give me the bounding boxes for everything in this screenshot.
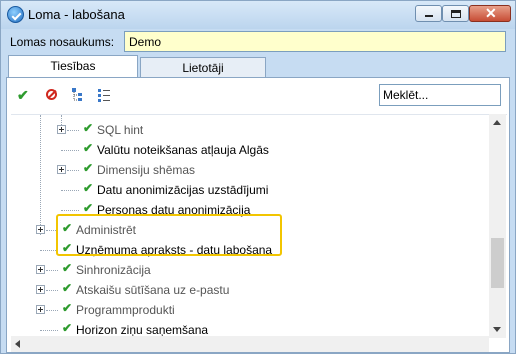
role-name-row: Lomas nosaukums: Demo [6, 31, 510, 53]
tree-item-label: Valūtu noteikšanas atļauja Algās [97, 143, 269, 157]
search-input[interactable]: Meklēt... [379, 84, 501, 106]
tree-row[interactable]: ✔ Dimensiju shēmas [11, 160, 491, 180]
tab-permissions[interactable]: Tiesības [8, 55, 138, 77]
tree-row[interactable]: ✔ Programmprodukti [11, 300, 491, 320]
close-button[interactable]: ✕ [469, 5, 511, 22]
checkmark-icon[interactable]: ✔ [83, 121, 93, 135]
window-title: Loma - labošana [28, 7, 125, 22]
deny-icon [46, 89, 57, 100]
expand-icon[interactable] [36, 225, 45, 234]
tree-connector [40, 330, 58, 331]
tab-users[interactable]: Lietotāji [140, 57, 266, 77]
role-edit-window: Loma - labošana ✕ Lomas nosaukums: Demo … [0, 0, 516, 354]
vertical-scrollbar[interactable] [489, 114, 506, 338]
close-icon: ✕ [485, 5, 497, 21]
tab-strip: Tiesības Lietotāji [6, 55, 510, 77]
scroll-down-icon[interactable] [493, 327, 501, 332]
minimize-button[interactable] [415, 5, 442, 22]
tree-connector [67, 170, 79, 171]
tree-connector [46, 290, 58, 291]
expand-icon[interactable] [36, 265, 45, 274]
list-view-button[interactable] [95, 86, 113, 104]
tree-item-label: Programmprodukti [76, 303, 175, 317]
tree-connector [46, 270, 58, 271]
app-logo-icon [7, 6, 24, 23]
checkmark-icon[interactable]: ✔ [83, 141, 93, 155]
expand-tree-button[interactable] [69, 86, 87, 104]
tree-connector [61, 190, 79, 191]
list-view-icon [98, 89, 110, 102]
expand-icon[interactable] [36, 285, 45, 294]
tree-connector [61, 150, 79, 151]
tree-item-label: Dimensiju shēmas [97, 163, 196, 177]
maximize-icon [451, 10, 461, 18]
tree-connector [46, 310, 58, 311]
tree-item-label: Horizon ziņu saņemšana [76, 323, 209, 337]
tree-item-label: Sinhronizācija [76, 263, 151, 277]
toolbar: ✔ Meklēt... [7, 78, 509, 112]
deny-button[interactable] [43, 86, 61, 104]
checkmark-icon[interactable]: ✔ [83, 161, 93, 175]
tree-row[interactable]: ✔ SQL hint [11, 120, 491, 140]
maximize-button[interactable] [442, 5, 469, 22]
title-bar[interactable]: Loma - labošana ✕ [1, 1, 515, 29]
tree-item-label: Datu anonimizācijas uzstādījumi [97, 183, 269, 197]
highlight-box [56, 214, 282, 256]
grant-all-button[interactable]: ✔ [17, 86, 35, 104]
role-name-field[interactable]: Demo [124, 31, 506, 52]
expand-icon[interactable] [57, 165, 66, 174]
checkmark-icon[interactable]: ✔ [62, 321, 72, 335]
scroll-thumb[interactable] [491, 238, 504, 288]
scroll-up-icon[interactable] [493, 120, 501, 125]
expand-icon[interactable] [57, 125, 66, 134]
tree-row[interactable]: ✔ Atskaišu sūtīšana uz e-pastu [11, 280, 491, 300]
tree-item-label: SQL hint [97, 123, 144, 137]
check-all-icon: ✔ [17, 87, 29, 103]
scroll-left-icon[interactable] [15, 340, 20, 348]
expand-icon[interactable] [36, 305, 45, 314]
tree-connector [61, 210, 79, 211]
tree-item-label: Atskaišu sūtīšana uz e-pastu [76, 283, 230, 297]
permissions-tree: ✔ SQL hint ✔ Valūtu noteikšanas atļauja … [11, 114, 507, 338]
horizontal-scrollbar[interactable] [11, 336, 489, 352]
tree-connector [67, 130, 79, 131]
checkmark-icon[interactable]: ✔ [83, 201, 93, 215]
checkmark-icon[interactable]: ✔ [62, 261, 72, 275]
tree-row[interactable]: ✔ Sinhronizācija [11, 260, 491, 280]
checkmark-icon[interactable]: ✔ [83, 181, 93, 195]
minimize-icon [425, 15, 433, 17]
tree-row[interactable]: ✔ Datu anonimizācijas uzstādījumi [11, 180, 491, 200]
role-name-label: Lomas nosaukums: [10, 35, 115, 49]
permissions-panel: ✔ Meklēt... ✔ SQL hint ✔ Valūtu noteikša… [6, 77, 510, 353]
checkmark-icon[interactable]: ✔ [62, 281, 72, 295]
tree-expand-icon [72, 88, 82, 101]
checkmark-icon[interactable]: ✔ [62, 301, 72, 315]
tree-row[interactable]: ✔ Valūtu noteikšanas atļauja Algās [11, 140, 491, 160]
